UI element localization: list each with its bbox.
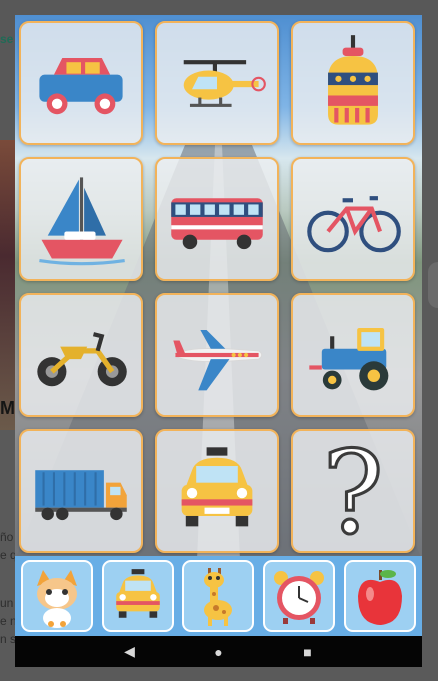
- background-text-line: n s: [0, 632, 17, 646]
- category-animals-button[interactable]: [21, 560, 94, 632]
- tile-car[interactable]: [19, 21, 143, 145]
- picture-board-dialog: ? ◀ ● ■: [15, 15, 422, 667]
- truck-icon: [35, 470, 127, 521]
- question-mark-icon: ?: [321, 439, 385, 543]
- helicopter-icon: [183, 60, 266, 107]
- taxi-icon: [181, 447, 253, 527]
- category-food-button[interactable]: [343, 560, 416, 632]
- recents-button[interactable]: ■: [288, 640, 328, 664]
- tile-tractor[interactable]: [291, 293, 415, 417]
- background-link-fragment: se: [0, 32, 14, 46]
- category-tray: [15, 556, 422, 636]
- bus-icon: [171, 198, 263, 250]
- tile-bus[interactable]: [155, 157, 279, 281]
- background-side-button: [428, 262, 438, 308]
- cable-car-icon: [328, 35, 378, 125]
- apple-icon: [357, 570, 402, 625]
- tile-airplane[interactable]: [155, 293, 279, 417]
- taxi-icon: [116, 569, 160, 618]
- giraffe-icon: [204, 568, 233, 626]
- car-icon: [39, 58, 123, 115]
- cat-icon: [37, 570, 78, 628]
- background-text-line: ño: [0, 530, 14, 544]
- vehicle-grid: ?: [19, 21, 418, 557]
- airplane-icon: [172, 330, 263, 391]
- tile-helicopter[interactable]: [155, 21, 279, 145]
- tile-motorcycle[interactable]: [19, 293, 143, 417]
- tile-bicycle[interactable]: [291, 157, 415, 281]
- tile-sailboat[interactable]: [19, 157, 143, 281]
- background-image: [0, 140, 16, 430]
- alarm-clock-icon: [274, 571, 325, 624]
- category-zoo-button[interactable]: [182, 560, 255, 632]
- category-vehicles-button[interactable]: [101, 560, 174, 632]
- background-text-line: un: [0, 596, 14, 610]
- home-button[interactable]: ●: [199, 640, 239, 664]
- tile-unknown[interactable]: ?: [291, 429, 415, 553]
- system-navigation-bar: ◀ ● ■: [15, 636, 422, 667]
- tile-truck[interactable]: [19, 429, 143, 553]
- bicycle-icon: [307, 196, 401, 253]
- sailboat-icon: [39, 177, 125, 266]
- tile-cable-car[interactable]: [291, 21, 415, 145]
- tile-taxi[interactable]: [155, 429, 279, 553]
- back-button[interactable]: ◀: [110, 640, 150, 664]
- tractor-icon: [309, 327, 389, 391]
- question-mark-text: ?: [322, 439, 383, 543]
- motorcycle-icon: [37, 332, 127, 387]
- category-objects-button[interactable]: [263, 560, 336, 632]
